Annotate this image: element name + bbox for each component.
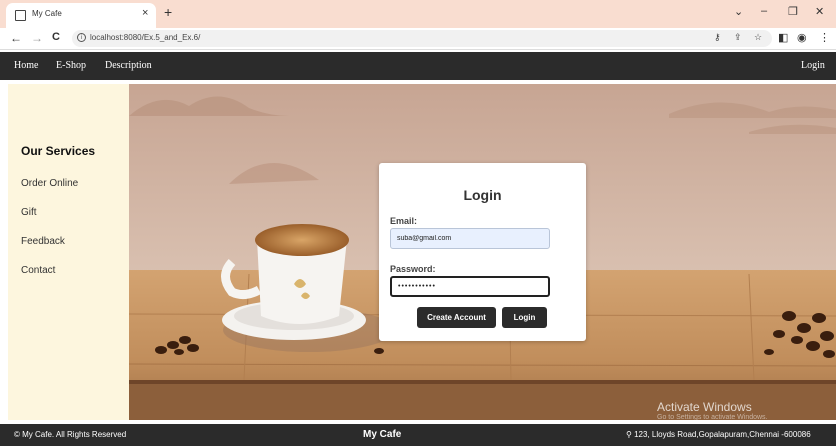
share-icon[interactable]: ⇪: [734, 32, 742, 43]
nav-home-link[interactable]: Home: [14, 60, 38, 71]
tab-search-icon[interactable]: ⌄: [734, 5, 743, 18]
login-card: Login Email: Password: Create Account Lo…: [379, 163, 586, 341]
nav-login-link[interactable]: Login: [801, 60, 825, 71]
browser-tab[interactable]: My Cafe ×: [6, 3, 156, 28]
services-sidebar: Our Services Order Online Gift Feedback …: [8, 84, 129, 420]
new-tab-button[interactable]: +: [164, 4, 172, 20]
footer-brand: My Cafe: [363, 429, 402, 440]
minimize-button[interactable]: –: [761, 5, 767, 17]
tab-title: My Cafe: [32, 9, 62, 18]
reload-icon[interactable]: C: [52, 31, 60, 43]
favicon-icon: [15, 10, 26, 21]
forward-icon[interactable]: →: [31, 31, 43, 45]
browser-tab-strip: My Cafe × + ⌄ – ❐ ✕: [0, 0, 836, 28]
footer-copyright: © My Cafe. All Rights Reserved: [14, 430, 127, 439]
site-navbar: Home E-Shop Description Login: [0, 52, 836, 80]
maximize-button[interactable]: ❐: [788, 5, 798, 18]
menu-kebab-icon[interactable]: ⋮: [819, 31, 830, 44]
sidebar-item-contact[interactable]: Contact: [21, 265, 55, 276]
create-account-button[interactable]: Create Account: [417, 307, 496, 328]
login-button[interactable]: Login: [502, 307, 547, 328]
site-footer: © My Cafe. All Rights Reserved My Cafe ⚲…: [0, 424, 836, 446]
nav-eshop-link[interactable]: E-Shop: [56, 60, 86, 71]
login-title: Login: [463, 187, 502, 203]
sidebar-item-gift[interactable]: Gift: [21, 207, 37, 218]
tab-close-icon[interactable]: ×: [142, 7, 148, 19]
password-field[interactable]: [390, 276, 550, 297]
nav-description-link[interactable]: Description: [105, 60, 152, 71]
bookmark-star-icon[interactable]: ☆: [754, 32, 762, 43]
location-pin-icon: ⚲: [626, 430, 635, 439]
profile-avatar-icon[interactable]: ◉: [797, 31, 807, 44]
sidebar-title: Our Services: [21, 144, 96, 158]
activate-windows-subtitle: Go to Settings to activate Windows.: [657, 414, 768, 421]
browser-toolbar: ← → C i localhost:8080/Ex.5_and_Ex.6/ ⚷ …: [0, 28, 836, 50]
activate-windows-title: Activate Windows: [657, 400, 752, 414]
key-icon[interactable]: ⚷: [714, 32, 721, 43]
email-field[interactable]: [390, 228, 550, 249]
address-bar[interactable]: i localhost:8080/Ex.5_and_Ex.6/ ⚷ ⇪ ☆: [72, 30, 772, 47]
email-label: Email:: [390, 216, 418, 226]
url-text: localhost:8080/Ex.5_and_Ex.6/: [90, 33, 201, 42]
password-label: Password:: [390, 264, 436, 274]
sidebar-item-feedback[interactable]: Feedback: [21, 236, 65, 247]
footer-address-text: 123, Lloyds Road,Gopalapuram,Chennai -60…: [634, 430, 811, 439]
sidebar-item-order-online[interactable]: Order Online: [21, 178, 78, 189]
close-window-button[interactable]: ✕: [815, 5, 824, 18]
site-info-icon[interactable]: i: [77, 33, 86, 42]
footer-address: ⚲ 123, Lloyds Road,Gopalapuram,Chennai -…: [626, 430, 811, 439]
back-icon[interactable]: ←: [10, 31, 22, 45]
side-panel-icon[interactable]: ◧: [778, 31, 788, 44]
